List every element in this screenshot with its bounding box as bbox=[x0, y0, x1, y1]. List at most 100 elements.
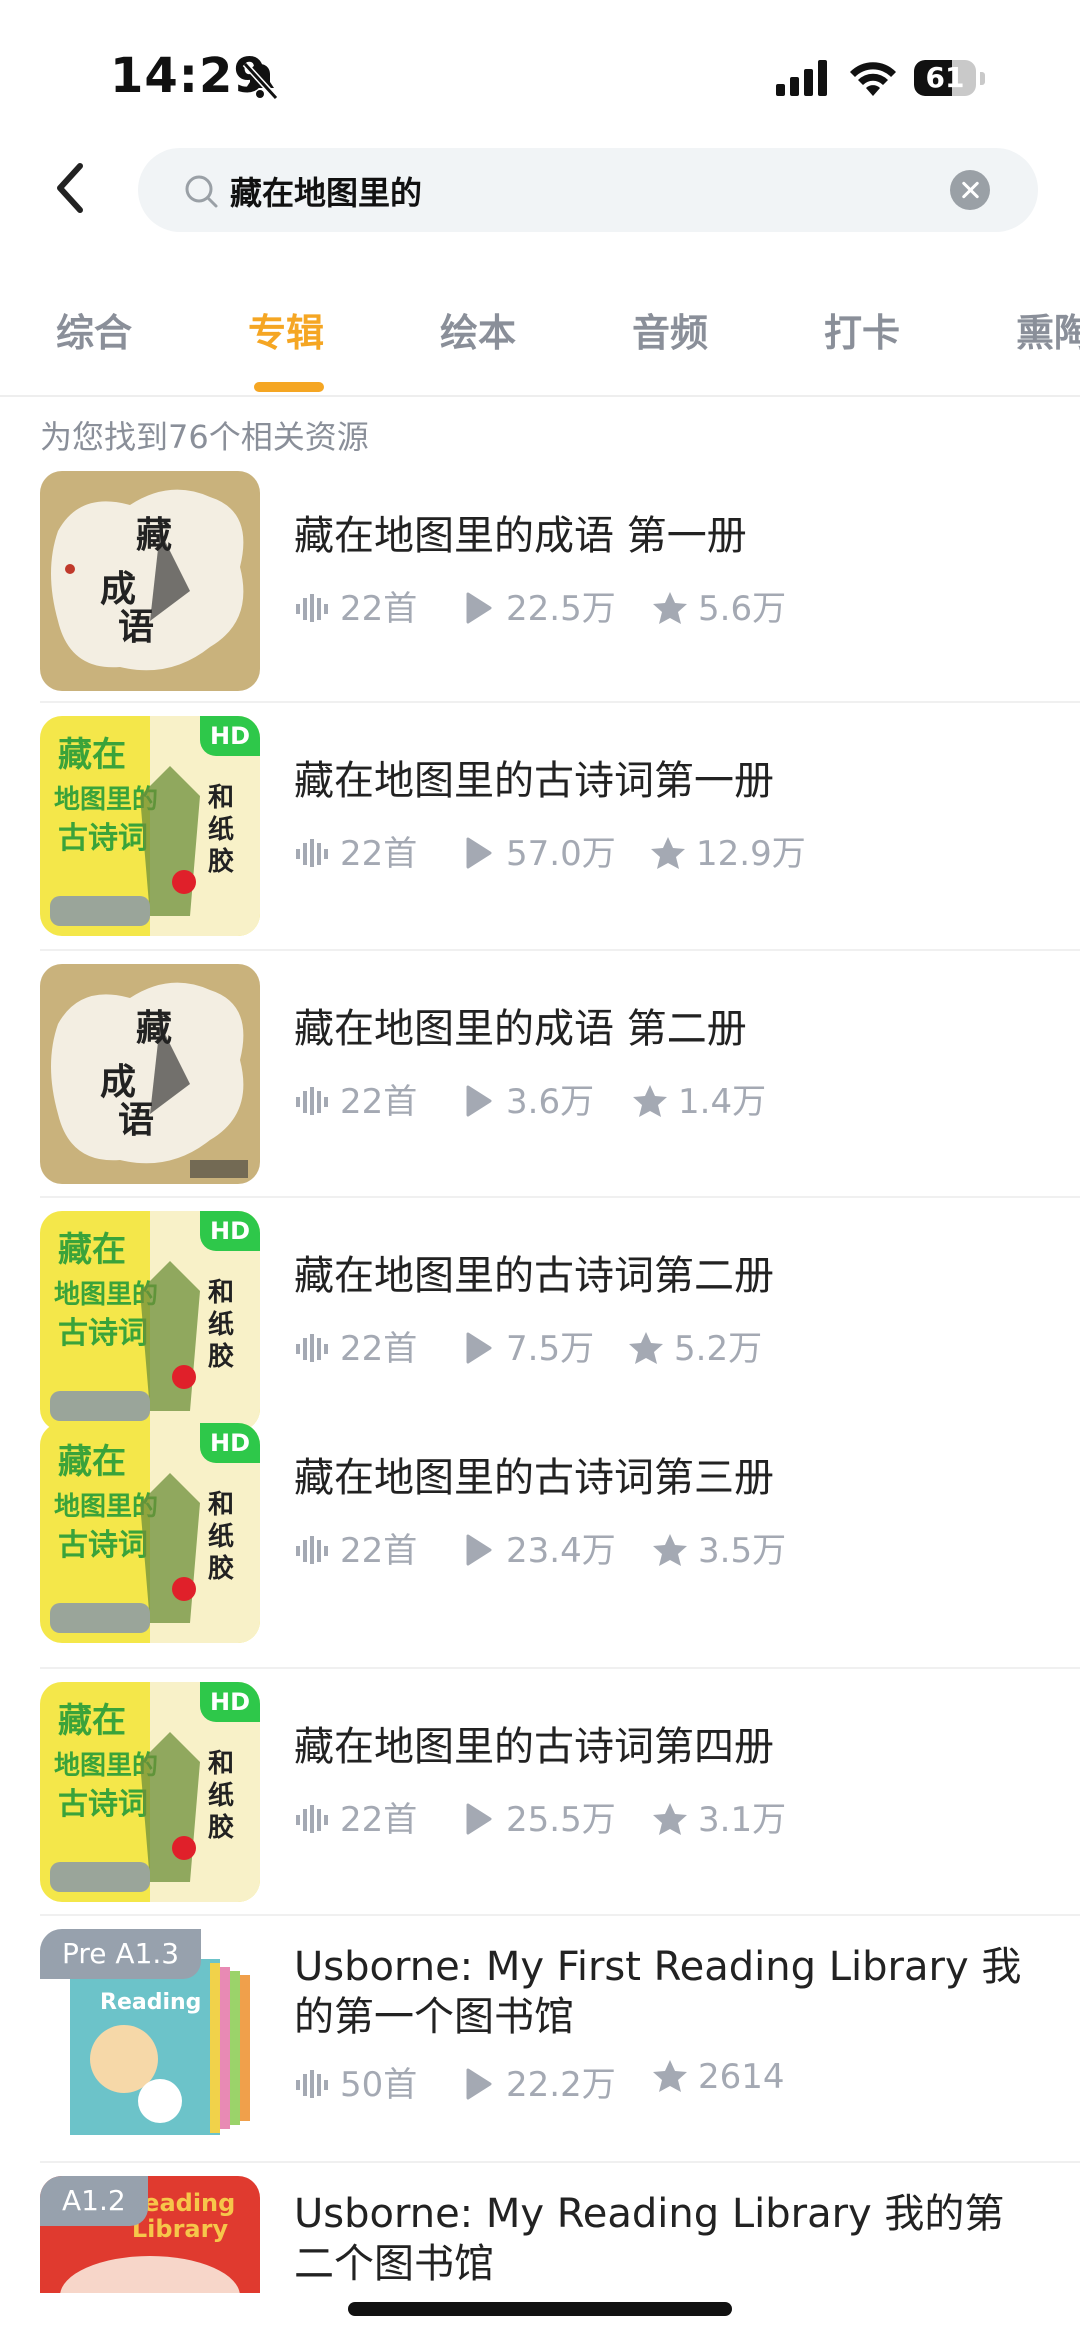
svg-text:古诗词: 古诗词 bbox=[58, 1528, 148, 1563]
audio-tracks-icon bbox=[296, 1086, 328, 1115]
album-title: 藏在地图里的古诗词第四册 bbox=[294, 1724, 774, 1770]
audio-tracks-icon bbox=[296, 1535, 328, 1564]
album-title: Usborne: My Reading Library 我的第二个图书馆 bbox=[294, 2191, 1005, 2287]
active-tab-indicator bbox=[254, 382, 324, 392]
list-item[interactable]: 藏在 地图里的 古诗词 和 纸 胶 HD 藏在地图里的古诗词第四册 22首 25… bbox=[0, 1669, 1080, 1916]
svg-text:胶: 胶 bbox=[208, 1812, 234, 1843]
hd-badge: HD bbox=[200, 1423, 260, 1463]
svg-text:纸: 纸 bbox=[208, 1309, 234, 1340]
star-icon bbox=[633, 1084, 667, 1117]
star-icon bbox=[629, 1331, 663, 1364]
track-count: 22首 bbox=[340, 1531, 418, 1571]
star-icon bbox=[653, 1802, 687, 1835]
list-item[interactable]: Reading Library A1.2 Usborne: My Reading… bbox=[0, 2163, 1080, 2293]
track-count: 22首 bbox=[340, 1800, 418, 1840]
star-icon bbox=[653, 1533, 687, 1566]
svg-text:胶: 胶 bbox=[208, 1341, 234, 1372]
svg-text:藏在: 藏在 bbox=[58, 1230, 126, 1270]
svg-text:藏在: 藏在 bbox=[58, 1442, 126, 1482]
status-bar: 14:29 61 bbox=[0, 0, 1080, 140]
cellular-signal-icon bbox=[776, 60, 827, 96]
search-input[interactable]: 藏在地图里的 bbox=[230, 168, 422, 214]
star-icon bbox=[653, 2059, 687, 2092]
svg-text:胶: 胶 bbox=[208, 846, 234, 877]
audio-tracks-icon bbox=[296, 2069, 328, 2098]
play-count-icon bbox=[466, 1534, 492, 1565]
favorite-count: 5.6万 bbox=[698, 589, 787, 629]
audio-tracks-icon bbox=[296, 1804, 328, 1833]
svg-text:成: 成 bbox=[100, 568, 136, 610]
play-count: 22.5万 bbox=[506, 589, 616, 629]
tab-picture-books[interactable]: 绘本 bbox=[440, 302, 516, 357]
list-item[interactable]: Reading Pre A1.3 Usborne: My First Readi… bbox=[0, 1916, 1080, 2163]
favorite-count: 3.1万 bbox=[698, 1800, 787, 1840]
album-title: 藏在地图里的古诗词第三册 bbox=[294, 1455, 774, 1501]
audio-tracks-icon bbox=[296, 593, 328, 622]
favorite-count: 1.4万 bbox=[678, 1082, 767, 1122]
play-count: 7.5万 bbox=[506, 1329, 595, 1369]
album-cover: Reading Pre A1.3 bbox=[40, 1929, 260, 2149]
list-item[interactable]: 藏 成 语 藏在地图里的成语 第一册 22首 22.5万 5.6万 bbox=[0, 460, 1080, 703]
play-count-icon bbox=[466, 1085, 492, 1116]
tab-albums[interactable]: 专辑 bbox=[248, 302, 324, 357]
back-chevron-icon[interactable] bbox=[48, 158, 92, 218]
track-count: 22首 bbox=[340, 834, 418, 874]
track-count: 22首 bbox=[340, 1082, 418, 1122]
album-title: Usborne: My First Reading Library 我的第一个图… bbox=[294, 1944, 1022, 2040]
track-count: 22首 bbox=[340, 1329, 418, 1369]
favorite-count: 2614 bbox=[698, 2057, 785, 2097]
tab-audio[interactable]: 音频 bbox=[632, 302, 708, 357]
album-title: 藏在地图里的古诗词第一册 bbox=[294, 758, 774, 804]
play-count-icon bbox=[466, 2068, 492, 2099]
play-count: 3.6万 bbox=[506, 1082, 595, 1122]
star-icon bbox=[653, 591, 687, 624]
clear-search-icon[interactable] bbox=[950, 170, 990, 210]
svg-text:胶: 胶 bbox=[208, 1553, 234, 1584]
list-item[interactable]: 藏 成 语 藏在地图里的成语 第二册 22首 3.6万 1.4万 bbox=[0, 951, 1080, 1198]
category-tabs: 综合 专辑 绘本 音频 打卡 熏陶 bbox=[0, 290, 1080, 397]
album-title: 藏在地图里的成语 第二册 bbox=[294, 1006, 747, 1052]
result-count: 为您找到76个相关资源 bbox=[40, 418, 369, 456]
level-badge: A1.2 bbox=[40, 2176, 148, 2226]
album-cover: 藏 成 语 bbox=[40, 471, 260, 691]
svg-text:语: 语 bbox=[118, 606, 154, 648]
track-count: 22首 bbox=[340, 589, 418, 629]
play-count: 23.4万 bbox=[506, 1531, 616, 1571]
svg-text:纸: 纸 bbox=[208, 1780, 234, 1811]
wifi-icon bbox=[850, 62, 896, 96]
tab-comprehensive[interactable]: 综合 bbox=[56, 302, 132, 357]
favorite-count: 5.2万 bbox=[674, 1329, 763, 1369]
play-count: 57.0万 bbox=[506, 834, 616, 874]
album-cover: 藏在 地图里的 古诗词 和 纸 胶 HD bbox=[40, 1211, 260, 1431]
favorite-count: 12.9万 bbox=[696, 834, 806, 874]
list-item[interactable]: 藏在 地图里的 古诗词 和 纸 胶 HD 藏在地图里的古诗词第三册 22首 23… bbox=[0, 1423, 1080, 1669]
hd-badge: HD bbox=[200, 716, 260, 756]
hd-badge: HD bbox=[200, 1682, 260, 1722]
album-title: 藏在地图里的成语 第一册 bbox=[294, 513, 747, 559]
audio-tracks-icon bbox=[296, 838, 328, 867]
svg-text:藏: 藏 bbox=[136, 1007, 172, 1049]
battery-icon: 61 bbox=[914, 60, 986, 98]
track-count: 50首 bbox=[340, 2065, 418, 2105]
play-count-icon bbox=[466, 1803, 492, 1834]
search-bar[interactable]: 藏在地图里的 bbox=[138, 148, 1038, 232]
hd-badge: HD bbox=[200, 1211, 260, 1251]
list-item[interactable]: 藏在 地图里的 古诗词 和 纸 胶 HD 藏在地图里的古诗词第一册 22首 57… bbox=[0, 703, 1080, 951]
svg-text:和: 和 bbox=[208, 1278, 234, 1308]
svg-text:纸: 纸 bbox=[208, 1521, 234, 1552]
tab-nurture[interactable]: 熏陶 bbox=[1016, 302, 1080, 357]
list-item[interactable]: 藏在 地图里的 古诗词 和 纸 胶 HD 藏在地图里的古诗词第二册 22首 7.… bbox=[0, 1198, 1080, 1431]
play-count-icon bbox=[466, 1332, 492, 1363]
level-badge: Pre A1.3 bbox=[40, 1929, 202, 1979]
svg-text:古诗词: 古诗词 bbox=[58, 821, 148, 856]
home-indicator bbox=[348, 2302, 732, 2316]
svg-text:古诗词: 古诗词 bbox=[58, 1316, 148, 1351]
svg-text:成: 成 bbox=[100, 1061, 136, 1103]
svg-text:古诗词: 古诗词 bbox=[58, 1787, 148, 1822]
play-count-icon bbox=[466, 837, 492, 868]
tab-checkin[interactable]: 打卡 bbox=[824, 302, 900, 357]
svg-text:和: 和 bbox=[208, 783, 234, 813]
svg-text:语: 语 bbox=[118, 1099, 154, 1141]
svg-text:和: 和 bbox=[208, 1490, 234, 1520]
play-count: 25.5万 bbox=[506, 1800, 616, 1840]
